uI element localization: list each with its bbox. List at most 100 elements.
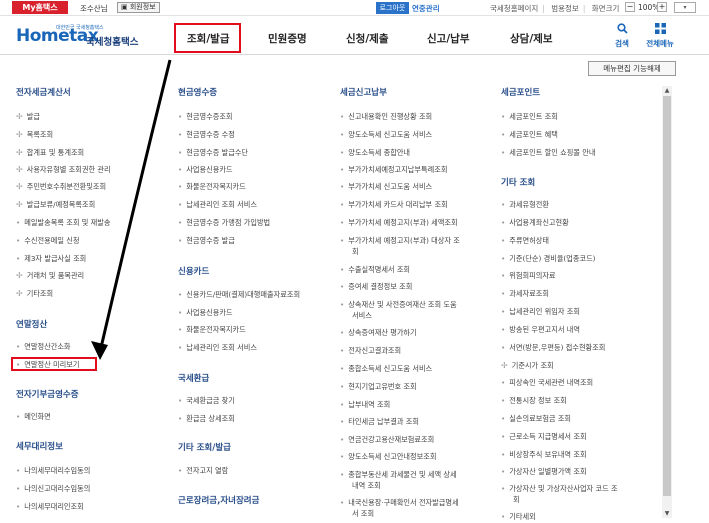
menu-item[interactable]: • 근로소득 지급명세서 조회 [501, 432, 587, 442]
nav-report-payment[interactable]: 신고/납부 [427, 31, 469, 46]
menu-item[interactable]: • 전자고지 열람 [178, 466, 228, 476]
menu-item[interactable]: • 세금포인트 혜택 [501, 130, 558, 140]
menu-item[interactable]: • 기준(단순) 경비율(업종코드) [501, 254, 596, 264]
menu-item-wrap[interactable]: 회 [513, 495, 520, 505]
extend-session-link[interactable]: 연중관리 [412, 3, 440, 14]
menu-item[interactable]: • 부가가치세 카드사 대리납부 조회 [340, 200, 448, 210]
scrollbar-thumb[interactable] [663, 96, 671, 496]
scroll-up-arrow-icon[interactable]: ▲ [662, 86, 672, 95]
hometax-logo[interactable]: 대한민국 국세청홈택스 Hometax 국세청홈택스 [14, 24, 142, 50]
section-title-national-tax-refund[interactable]: 국세환급 [178, 372, 209, 384]
menu-item[interactable]: • 세금포인트 할인 쇼핑몰 안내 [501, 148, 595, 158]
section-title-other-lookup[interactable]: 기타 조회 [501, 176, 535, 188]
zoom-out-button[interactable]: − [625, 2, 635, 12]
section-title-work-child-incentive[interactable]: 근로장려금,자녀장려금 [178, 494, 259, 506]
menu-item[interactable]: • 화물운전자복지카드 [178, 182, 246, 192]
member-info-button[interactable]: ▣ 회원정보 [117, 2, 160, 13]
menu-item[interactable]: • 부가가치세 예정고지(부과) 세액조회 [340, 218, 458, 228]
nav-application-submission[interactable]: 신청/제출 [346, 31, 388, 46]
menu-item[interactable]: ✢ 합계표 및 통계조회 [16, 148, 84, 158]
menu-item[interactable]: ✢ 기타조회 [16, 289, 53, 299]
menu-item[interactable]: • 부가가치세 신고도움 서비스 [340, 182, 432, 192]
menu-item[interactable]: • 납부내역 조회 [340, 400, 390, 410]
section-title-e-donation-receipt[interactable]: 전자기부금영수증 [16, 388, 79, 400]
menu-item[interactable]: • 위험회피의자료 [501, 271, 556, 281]
menu-item[interactable]: • 종합소득세 신고도움 서비스 [340, 364, 432, 374]
section-title-tax-points[interactable]: 세금포인트 [501, 86, 540, 98]
menu-item[interactable]: • 현금영수증조회 [178, 112, 233, 122]
menu-item[interactable]: • 현금영수증 가맹점 가입방법 [178, 218, 270, 228]
menu-item[interactable]: • 가상자산 및 가상자산사업자 코드 조 [501, 484, 618, 494]
menu-item[interactable]: • 방송된 우편고지서 내역 [501, 325, 580, 335]
menu-item[interactable]: • 양도소득세 신고도움 서비스 [340, 130, 432, 140]
menu-item[interactable]: • 사업용계좌신고현황 [501, 218, 569, 228]
menu-item[interactable]: • 기타세외 [501, 512, 536, 522]
menu-item[interactable]: • 화물운전자복지카드 [178, 325, 246, 335]
section-title-other-inquiry[interactable]: 기타 조회/발급 [178, 441, 231, 453]
menu-item[interactable]: • 사업용신용카드 [178, 165, 233, 175]
menu-item[interactable]: • 수출실적명세서 조회 [340, 265, 410, 275]
menu-item[interactable]: ✢ 주민번호수취분전환및조회 [16, 182, 106, 192]
menu-item[interactable]: • 사업용신용카드 [178, 308, 233, 318]
menu-item[interactable]: • 메일발송목록 조회 및 재발송 [16, 218, 110, 228]
menu-item[interactable]: • 현금영수증 발급 [178, 236, 235, 246]
menu-item[interactable]: ✢ 사용자유형별 조회권한 관리 [16, 165, 111, 175]
menu-item[interactable]: • 신용카드/판매(결제)대행매출자료조회 [178, 290, 300, 300]
menu-item[interactable]: • 납세관리인 위임자 조회 [501, 307, 580, 317]
logout-button[interactable]: 로그아웃 [376, 2, 409, 14]
menu-item[interactable]: • 타인세금 납부결과 조회 [340, 417, 419, 427]
language-dropdown[interactable]: ▾ [674, 2, 696, 13]
menu-item[interactable]: ✢ 목록조회 [16, 130, 53, 140]
menu-item[interactable]: ✢ 발급보류/예정목록조회 [16, 200, 95, 210]
menu-item[interactable]: • 납세관리인 조회 서비스 [178, 200, 257, 210]
menu-item[interactable]: • 전자신고결과조회 [340, 346, 401, 356]
menu-item-wrap[interactable]: 회 [352, 247, 359, 257]
section-title-credit-card[interactable]: 신용카드 [178, 265, 209, 277]
menu-item[interactable]: • 비상장주식 보유내역 조회 [501, 450, 587, 460]
menu-item[interactable]: • 주류면허상태 [501, 236, 549, 246]
menu-item[interactable]: • 신고내용확인 진행상황 조회 [340, 112, 432, 122]
menu-item[interactable]: • 서면(방문,우편등) 접수현황조회 [501, 343, 605, 353]
nav-consult-report[interactable]: 상담/제보 [510, 31, 552, 46]
menu-item[interactable]: • 전통시장 정보 조회 [501, 396, 567, 406]
menu-item[interactable]: • 제3자 발급사실 조회 [16, 254, 86, 264]
section-title-e-tax-invoice[interactable]: 전자세금계산서 [16, 86, 71, 98]
menu-item[interactable]: ✢ 발급 [16, 112, 40, 122]
menu-edit-toggle-button[interactable]: 메뉴편집 기능해제 [588, 61, 676, 76]
scroll-down-arrow-icon[interactable]: ▼ [662, 509, 672, 518]
menu-item[interactable]: ✢ 기준시가 조회 [501, 361, 554, 371]
section-title-year-end-settlement[interactable]: 연말정산 [16, 318, 47, 330]
search-button[interactable]: 검색 [611, 23, 633, 49]
general-info-link[interactable]: 범용정보 [551, 4, 579, 13]
nav-civil-certificates[interactable]: 민원증명 [268, 31, 307, 46]
menu-item[interactable]: • 나의세무대리인조회 [16, 502, 84, 512]
menu-item[interactable]: • 현금영수증 발급수단 [178, 148, 248, 158]
menu-item[interactable]: • 과세유형전환 [501, 200, 549, 210]
section-title-tax-report-payment[interactable]: 세금신고납부 [340, 86, 387, 98]
menu-item[interactable]: • 연금건강고용산재보험료조회 [340, 435, 434, 445]
menu-item[interactable]: • 상속재산 및 사전증여재산 조회 도움 [340, 300, 457, 310]
menu-item[interactable]: • 양도소득세 신고안내정보조회 [340, 452, 437, 462]
menu-item[interactable]: • 메인화면 [16, 412, 51, 422]
menu-item[interactable]: • 과세자료조회 [501, 289, 549, 299]
menu-item[interactable]: • 환급금 상세조회 [178, 414, 235, 424]
menu-item[interactable]: • 증여세 결정정보 조회 [340, 282, 412, 292]
menu-item[interactable]: • 나의세무대리수임동의 [16, 466, 90, 476]
menu-item[interactable]: • 세금포인트 조회 [501, 112, 558, 122]
my-hometax-tab[interactable]: My홈택스 [12, 1, 68, 14]
menu-item[interactable]: • 실손의료보험금 조회 [501, 414, 571, 424]
menu-item[interactable]: • 가상자산 일별평가액 조회 [501, 467, 587, 477]
zoom-in-button[interactable]: + [657, 2, 667, 12]
menu-item[interactable]: • 부가가치세예정고지납부특례조회 [340, 165, 447, 175]
all-menu-button[interactable]: 전체메뉴 [641, 23, 679, 49]
menu-item[interactable]: ✢ 거래처 및 품목관리 [16, 271, 84, 281]
menu-item[interactable]: • 상속증여재산 평가하기 [340, 328, 417, 338]
menu-item-wrap[interactable]: 서 조회 [352, 509, 374, 519]
section-title-tax-agent-info[interactable]: 세무대리정보 [16, 440, 63, 452]
nts-homepage-link[interactable]: 국세청홈페이지 [490, 4, 538, 13]
section-title-cash-receipt[interactable]: 현금영수증 [178, 86, 217, 98]
menu-item[interactable]: • 양도소득세 종합안내 [340, 148, 410, 158]
menu-item[interactable]: • 내국신용장·구매확인서 전자발급명세 [340, 498, 459, 508]
menu-item[interactable]: • 나의신고대리수임동의 [16, 484, 90, 494]
menu-item[interactable]: • 종합부동산세 과세물건 및 세액 상세 [340, 470, 457, 480]
